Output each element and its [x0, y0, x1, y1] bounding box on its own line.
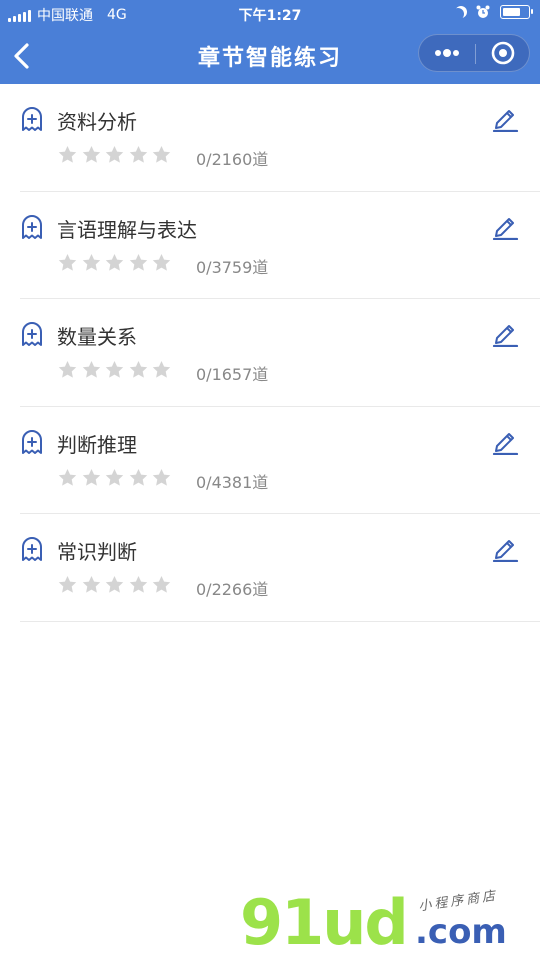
alarm-icon — [476, 5, 490, 18]
star-empty-icon — [129, 146, 147, 163]
chapter-ghost-icon — [22, 107, 42, 131]
moon-icon — [452, 8, 464, 20]
miniprogram-capsule — [418, 34, 530, 72]
chapter-item[interactable]: 判断推理 0/4381道 — [20, 407, 540, 514]
difficulty-stars — [58, 253, 171, 272]
nav-bar: 章节智能练习 — [0, 28, 540, 84]
close-miniprogram-button[interactable] — [476, 35, 530, 71]
question-count: 0/3759道 — [196, 257, 269, 277]
star-empty-icon — [58, 146, 77, 163]
question-count: 0/4381道 — [196, 472, 269, 492]
target-circle-icon — [491, 41, 515, 65]
pencil-icon — [492, 217, 519, 240]
star-empty-icon — [152, 253, 171, 271]
more-dots-icon — [435, 49, 459, 57]
pencil-icon — [492, 540, 519, 563]
chapter-item[interactable]: 言语理解与表达 0/3759道 — [20, 192, 540, 299]
star-empty-icon — [105, 146, 124, 163]
status-bar: 中国联通 4G 下午1:27 — [0, 0, 540, 28]
chapter-ghost-icon — [22, 214, 42, 239]
star-empty-icon — [129, 253, 147, 271]
star-empty-icon — [82, 253, 100, 271]
watermark-brand: 91ud — [240, 886, 409, 959]
question-count: 0/1657道 — [196, 365, 269, 384]
watermark: 91ud .com 小程序商店 — [240, 888, 540, 958]
star-empty-icon — [105, 468, 124, 486]
status-right — [452, 5, 533, 20]
watermark-tagline: 小程序商店 — [417, 888, 499, 915]
header: 中国联通 4G 下午1:27 章节智能练习 — [0, 0, 540, 84]
pencil-icon — [492, 432, 519, 455]
chapter-title: 言语理解与表达 — [57, 217, 197, 242]
star-empty-icon — [152, 146, 171, 163]
chapter-item[interactable]: 资料分析 0/2160道 — [20, 84, 540, 192]
watermark-domain: .com — [415, 912, 507, 952]
star-empty-icon — [82, 468, 100, 486]
chapter-item[interactable]: 数量关系 0/1657道 — [20, 299, 540, 407]
chapter-item[interactable]: 常识判断 0/2266道 — [20, 514, 540, 622]
chapter-title: 判断推理 — [57, 432, 137, 457]
star-empty-icon — [82, 576, 100, 593]
practice-button[interactable] — [491, 212, 519, 240]
more-button[interactable] — [419, 35, 475, 71]
star-empty-icon — [152, 468, 171, 486]
chapter-title: 数量关系 — [57, 325, 137, 349]
star-empty-icon — [58, 576, 77, 593]
question-count: 0/2266道 — [196, 580, 269, 599]
star-empty-icon — [58, 253, 77, 271]
star-empty-icon — [129, 576, 147, 593]
star-empty-icon — [82, 361, 100, 378]
star-empty-icon — [58, 361, 77, 378]
chapter-title: 资料分析 — [57, 110, 137, 134]
pencil-icon — [492, 325, 519, 348]
difficulty-stars — [58, 575, 171, 594]
chapter-ghost-icon — [22, 322, 42, 346]
question-count: 0/2160道 — [196, 150, 269, 169]
star-empty-icon — [82, 146, 100, 163]
star-empty-icon — [152, 361, 171, 378]
star-empty-icon — [105, 576, 124, 593]
star-empty-icon — [152, 576, 171, 593]
practice-button[interactable] — [491, 534, 519, 563]
pencil-icon — [492, 110, 519, 133]
star-empty-icon — [58, 468, 77, 486]
difficulty-stars — [58, 468, 171, 487]
star-empty-icon — [129, 361, 147, 378]
practice-button[interactable] — [491, 319, 519, 348]
difficulty-stars — [58, 360, 171, 379]
chapter-ghost-icon — [22, 429, 42, 454]
chapter-title: 常识判断 — [57, 540, 137, 564]
star-empty-icon — [105, 361, 124, 378]
star-empty-icon — [129, 468, 147, 486]
practice-button[interactable] — [491, 104, 519, 133]
chapter-ghost-icon — [22, 537, 42, 561]
battery-icon — [500, 5, 533, 19]
chapter-list: 资料分析 0/2160道 言语理解与表达 0/3759道 数量关系 0/1657… — [20, 84, 540, 622]
star-empty-icon — [105, 253, 124, 271]
practice-button[interactable] — [491, 427, 519, 455]
difficulty-stars — [58, 145, 171, 164]
